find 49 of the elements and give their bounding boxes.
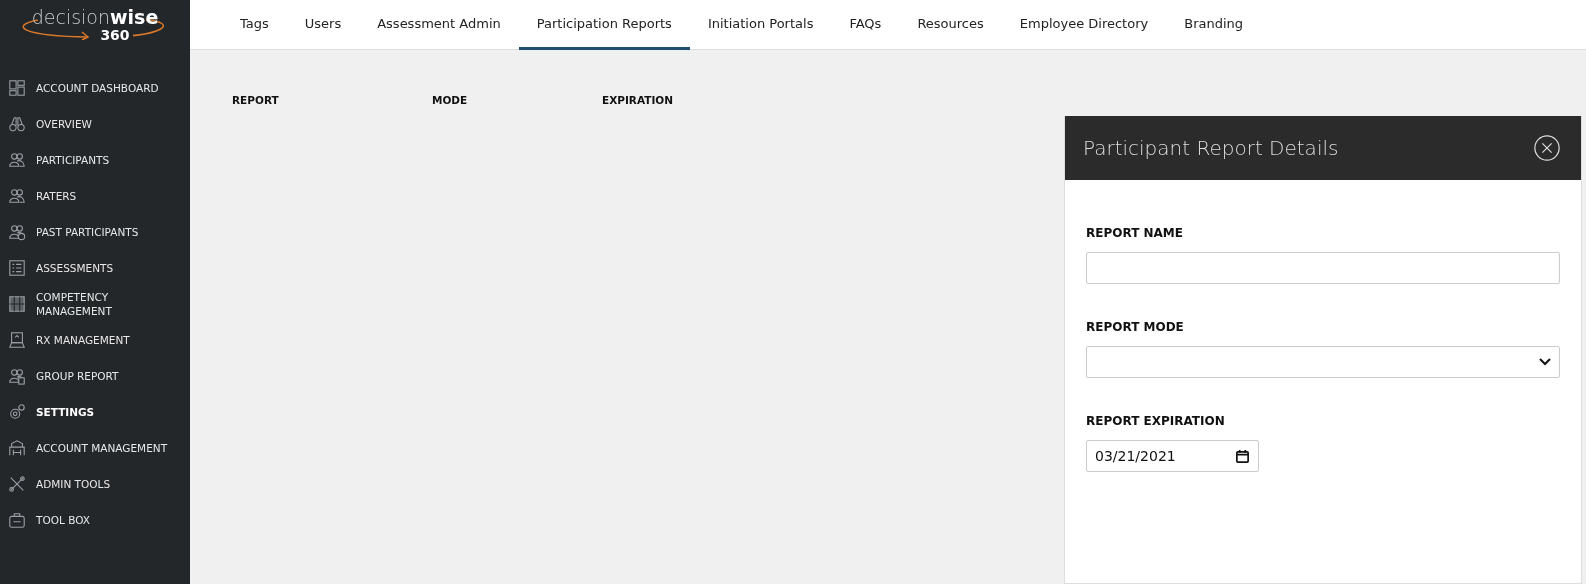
logo: decisionwise 360: [0, 0, 190, 50]
sidebar-item[interactable]: COMPETENCY MANAGEMENT: [0, 286, 190, 322]
field-label: REPORT MODE: [1086, 320, 1185, 334]
field-label: REPORT NAME: [1086, 226, 1184, 240]
close-icon[interactable]: [1533, 134, 1561, 162]
people-doc-icon: [8, 367, 26, 385]
people-icon: [8, 151, 26, 169]
sidebar-item[interactable]: PAST PARTICIPANTS: [0, 214, 190, 250]
tools-icon: [8, 475, 26, 493]
laptop-icon: [8, 331, 26, 349]
field-label: REPORT EXPIRATION: [1086, 414, 1226, 428]
column-header: MODE: [432, 94, 469, 106]
nav-tab[interactable]: Assessment Admin: [359, 0, 519, 50]
sidebar-item[interactable]: ACCOUNT MANAGEMENT: [0, 430, 190, 466]
nav-tab[interactable]: Initiation Portals: [689, 0, 832, 50]
nav-tab[interactable]: Branding: [1166, 0, 1262, 50]
column-header: REPORT: [232, 94, 280, 106]
gears-icon: [8, 403, 26, 421]
nav-tab[interactable]: FAQs: [831, 0, 900, 50]
sidebar-item[interactable]: ASSESSMENTS: [0, 250, 190, 286]
sidebar-item[interactable]: RX MANAGEMENT: [0, 322, 190, 358]
sidebar-item[interactable]: GROUP REPORT: [0, 358, 190, 394]
people-icon: [8, 187, 26, 205]
sidebar-item[interactable]: TOOL BOX: [0, 502, 190, 538]
binoculars-icon: [8, 115, 26, 133]
sidebar-item[interactable]: ACCOUNT DASHBOARD: [0, 70, 190, 106]
input-field[interactable]: [1086, 252, 1560, 284]
toolbox-icon: [8, 511, 26, 529]
nav-tab[interactable]: Participation Reports: [518, 0, 690, 50]
nav-tab[interactable]: Resources: [899, 0, 1002, 50]
date-field[interactable]: 03/21/2021: [1086, 440, 1259, 472]
list-icon: [8, 259, 26, 277]
sidebar-item[interactable]: ADMIN TOOLS: [0, 466, 190, 502]
sidebar-item[interactable]: OVERVIEW: [0, 106, 190, 142]
chevron-down-icon: [1539, 358, 1551, 366]
nav-tab[interactable]: Employee Directory: [1001, 0, 1167, 50]
sidebar-item[interactable]: PARTICIPANTS: [0, 142, 190, 178]
building-icon: [8, 439, 26, 457]
dropdown-field[interactable]: [1086, 346, 1560, 378]
column-header: EXPIRATION: [602, 94, 674, 106]
panel-title: Participant Report Details: [1083, 136, 1339, 160]
nav-tab[interactable]: Users: [286, 0, 360, 50]
cabinet-icon: [8, 295, 26, 313]
calendar-icon: [1235, 448, 1250, 464]
dashboard-icon: [8, 79, 26, 97]
nav-tab[interactable]: Tags: [222, 0, 287, 50]
people-clock-icon: [8, 223, 26, 241]
sidebar-item[interactable]: SETTINGS: [0, 394, 190, 430]
sidebar-item[interactable]: RATERS: [0, 178, 190, 214]
